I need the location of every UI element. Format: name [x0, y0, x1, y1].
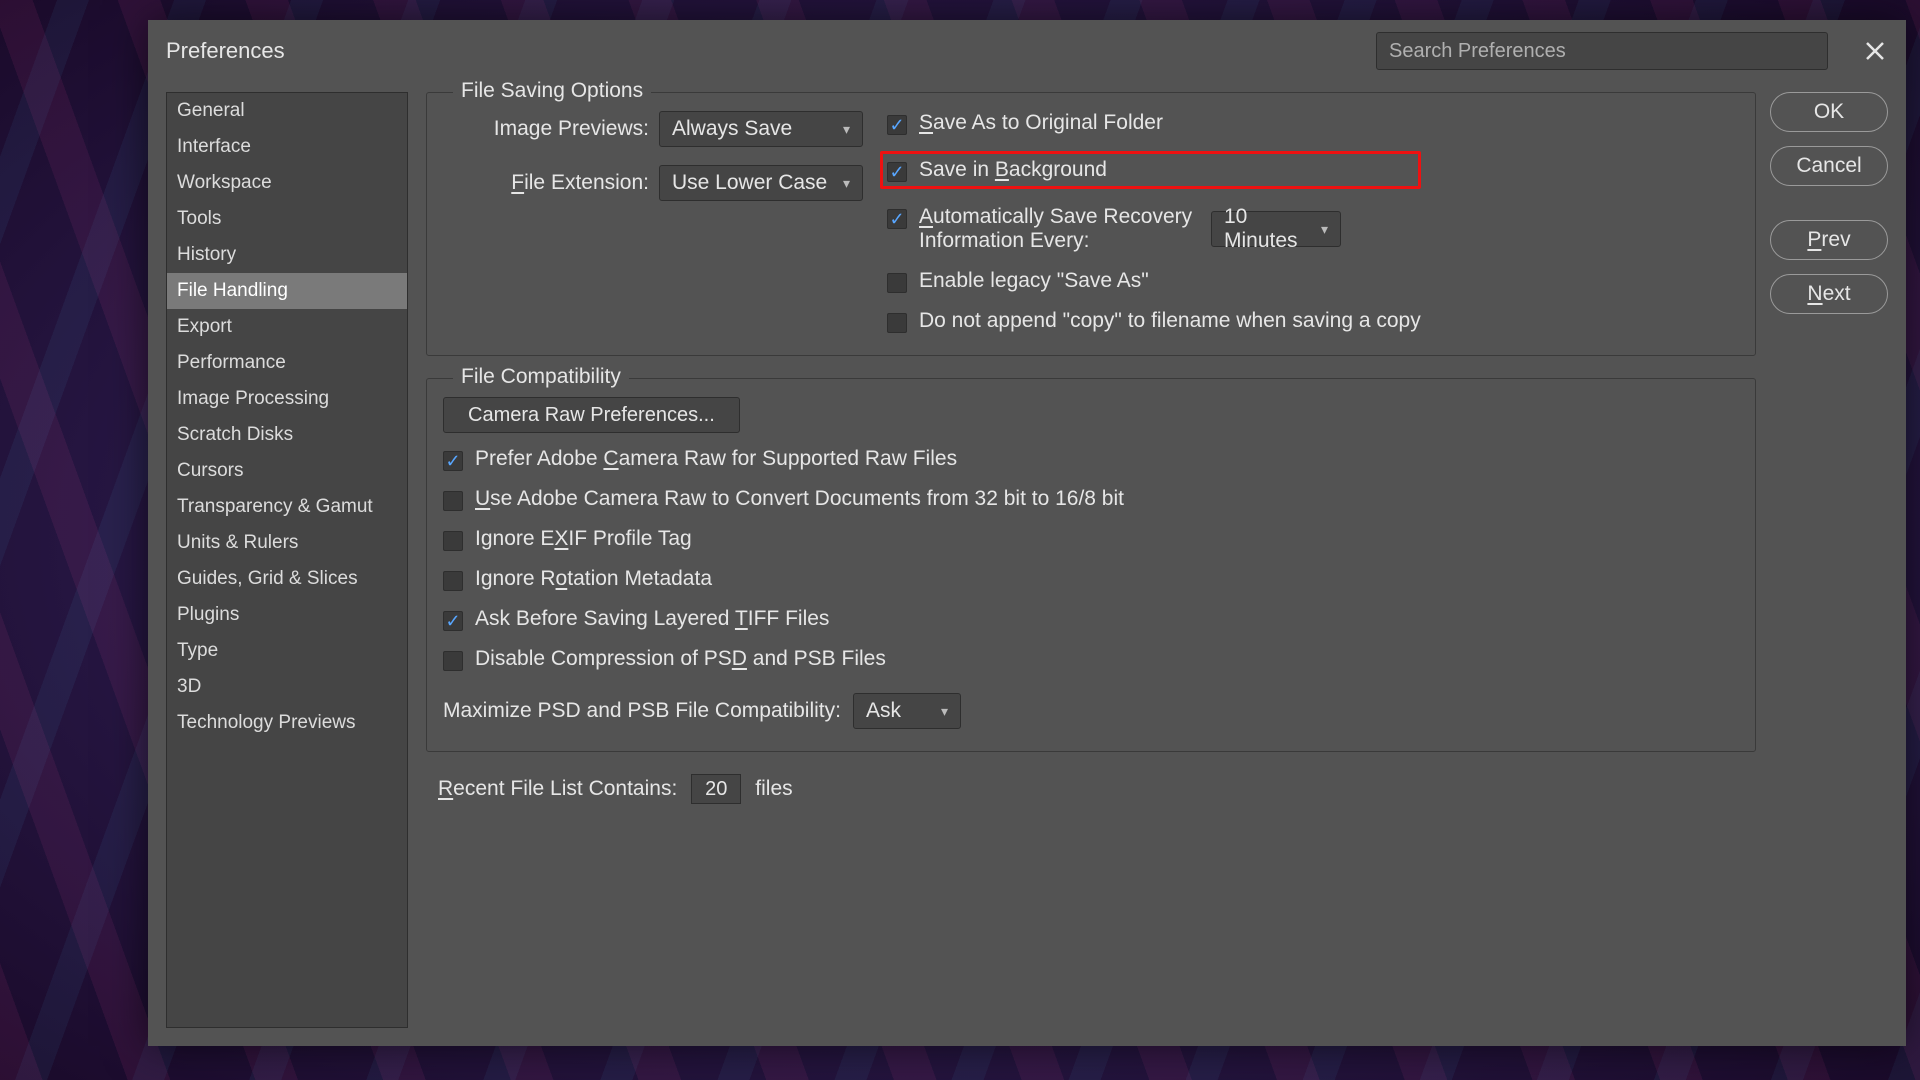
- checkbox-box[interactable]: [443, 531, 463, 551]
- maximize-compat-value: Ask: [866, 699, 901, 723]
- checkbox-box[interactable]: [887, 209, 907, 229]
- sidebar-item-general[interactable]: General: [167, 93, 407, 129]
- save-as-original-label: Save As to Original Folder: [919, 111, 1163, 135]
- legacy-save-as-checkbox[interactable]: Enable legacy "Save As": [887, 269, 1421, 293]
- sidebar-item-guides-grid-slices[interactable]: Guides, Grid & Slices: [167, 561, 407, 597]
- auto-recovery-interval-select[interactable]: 10 Minutes ▾: [1211, 211, 1341, 247]
- file-saving-options-group: File Saving Options Image Previews: Alwa…: [426, 92, 1756, 356]
- file-extension-label: File Extension:: [443, 171, 649, 195]
- sidebar-item-workspace[interactable]: Workspace: [167, 165, 407, 201]
- chevron-down-icon: ▾: [843, 175, 850, 192]
- camera-raw-prefs-button[interactable]: Camera Raw Preferences...: [443, 397, 740, 433]
- checkbox-box[interactable]: [887, 162, 907, 182]
- file-compat-legend: File Compatibility: [453, 365, 629, 389]
- checkbox-box[interactable]: [887, 115, 907, 135]
- content-area: File Saving Options Image Previews: Alwa…: [426, 92, 1888, 1028]
- ignore-exif-label: Ignore EXIF Profile Tag: [475, 527, 692, 551]
- sidebar-item-interface[interactable]: Interface: [167, 129, 407, 165]
- main-panel: File Saving Options Image Previews: Alwa…: [426, 92, 1756, 1028]
- dialog-title: Preferences: [160, 38, 285, 64]
- sidebar-item-export[interactable]: Export: [167, 309, 407, 345]
- file-saving-legend: File Saving Options: [453, 79, 651, 103]
- search-input[interactable]: [1376, 32, 1828, 70]
- cancel-button[interactable]: Cancel: [1770, 146, 1888, 186]
- recent-files-suffix: files: [755, 777, 792, 801]
- auto-recovery-value: 10 Minutes: [1224, 205, 1311, 253]
- close-icon: [1864, 40, 1886, 62]
- maximize-compat-select[interactable]: Ask ▾: [853, 693, 961, 729]
- sidebar-item-file-handling[interactable]: File Handling: [167, 273, 407, 309]
- sidebar-item-technology-previews[interactable]: Technology Previews: [167, 705, 407, 741]
- no-copy-append-checkbox[interactable]: Do not append "copy" to filename when sa…: [887, 309, 1421, 333]
- sidebar-item-units-rulers[interactable]: Units & Rulers: [167, 525, 407, 561]
- image-previews-value: Always Save: [672, 117, 792, 141]
- button-column: OK Cancel Prev Next: [1770, 92, 1888, 1028]
- legacy-save-as-label: Enable legacy "Save As": [919, 269, 1149, 293]
- disable-psd-compress-label: Disable Compression of PSD and PSB Files: [475, 647, 886, 671]
- maximize-compat-label: Maximize PSD and PSB File Compatibility:: [443, 699, 841, 723]
- ignore-rotation-checkbox[interactable]: Ignore Rotation Metadata: [443, 567, 1739, 591]
- image-previews-label: Image Previews:: [443, 117, 649, 141]
- checkbox-box[interactable]: [443, 571, 463, 591]
- recent-files-row: Recent File List Contains: files: [426, 774, 1756, 804]
- use-acr-32bit-label: Use Adobe Camera Raw to Convert Document…: [475, 487, 1124, 511]
- ask-tiff-checkbox[interactable]: Ask Before Saving Layered TIFF Files: [443, 607, 1739, 631]
- save-as-original-checkbox[interactable]: Save As to Original Folder: [887, 111, 1421, 135]
- close-button[interactable]: [1856, 32, 1894, 70]
- category-sidebar: GeneralInterfaceWorkspaceToolsHistoryFil…: [166, 92, 408, 1028]
- sidebar-item-cursors[interactable]: Cursors: [167, 453, 407, 489]
- chevron-down-icon: ▾: [843, 121, 850, 138]
- file-extension-value: Use Lower Case: [672, 171, 827, 195]
- sidebar-item-plugins[interactable]: Plugins: [167, 597, 407, 633]
- titlebar: Preferences: [148, 20, 1906, 82]
- sidebar-item-scratch-disks[interactable]: Scratch Disks: [167, 417, 407, 453]
- checkbox-box[interactable]: [443, 451, 463, 471]
- no-copy-append-label: Do not append "copy" to filename when sa…: [919, 309, 1421, 333]
- use-acr-32bit-checkbox[interactable]: Use Adobe Camera Raw to Convert Document…: [443, 487, 1739, 511]
- checkbox-box[interactable]: [443, 611, 463, 631]
- save-in-background-label: Save in Background: [919, 158, 1107, 182]
- sidebar-item-transparency-gamut[interactable]: Transparency & Gamut: [167, 489, 407, 525]
- ask-tiff-label: Ask Before Saving Layered TIFF Files: [475, 607, 829, 631]
- checkbox-box[interactable]: [443, 651, 463, 671]
- auto-recovery-label: Automatically Save Recovery Information …: [919, 205, 1199, 253]
- sidebar-item-type[interactable]: Type: [167, 633, 407, 669]
- disable-psd-compress-checkbox[interactable]: Disable Compression of PSD and PSB Files: [443, 647, 1739, 671]
- recent-files-input[interactable]: [691, 774, 741, 804]
- ignore-exif-checkbox[interactable]: Ignore EXIF Profile Tag: [443, 527, 1739, 551]
- recent-files-label: Recent File List Contains:: [438, 777, 677, 801]
- auto-recovery-checkbox[interactable]: Automatically Save Recovery Information …: [887, 205, 1199, 253]
- checkbox-box[interactable]: [887, 273, 907, 293]
- next-button[interactable]: Next: [1770, 274, 1888, 314]
- prefer-acr-label: Prefer Adobe Camera Raw for Supported Ra…: [475, 447, 957, 471]
- ignore-rotation-label: Ignore Rotation Metadata: [475, 567, 712, 591]
- checkbox-box[interactable]: [443, 491, 463, 511]
- sidebar-item-3d[interactable]: 3D: [167, 669, 407, 705]
- preferences-dialog: Preferences GeneralInterfaceWorkspaceToo…: [148, 20, 1906, 1046]
- file-extension-select[interactable]: Use Lower Case ▾: [659, 165, 863, 201]
- sidebar-item-performance[interactable]: Performance: [167, 345, 407, 381]
- image-previews-select[interactable]: Always Save ▾: [659, 111, 863, 147]
- save-in-background-checkbox[interactable]: Save in Background: [880, 151, 1421, 189]
- checkbox-box[interactable]: [887, 313, 907, 333]
- sidebar-item-history[interactable]: History: [167, 237, 407, 273]
- sidebar-item-tools[interactable]: Tools: [167, 201, 407, 237]
- prev-button[interactable]: Prev: [1770, 220, 1888, 260]
- dialog-body: GeneralInterfaceWorkspaceToolsHistoryFil…: [148, 82, 1906, 1046]
- ok-button[interactable]: OK: [1770, 92, 1888, 132]
- chevron-down-icon: ▾: [1321, 221, 1328, 238]
- prefer-acr-checkbox[interactable]: Prefer Adobe Camera Raw for Supported Ra…: [443, 447, 1739, 471]
- chevron-down-icon: ▾: [941, 703, 948, 720]
- sidebar-item-image-processing[interactable]: Image Processing: [167, 381, 407, 417]
- file-compatibility-group: File Compatibility Camera Raw Preference…: [426, 378, 1756, 752]
